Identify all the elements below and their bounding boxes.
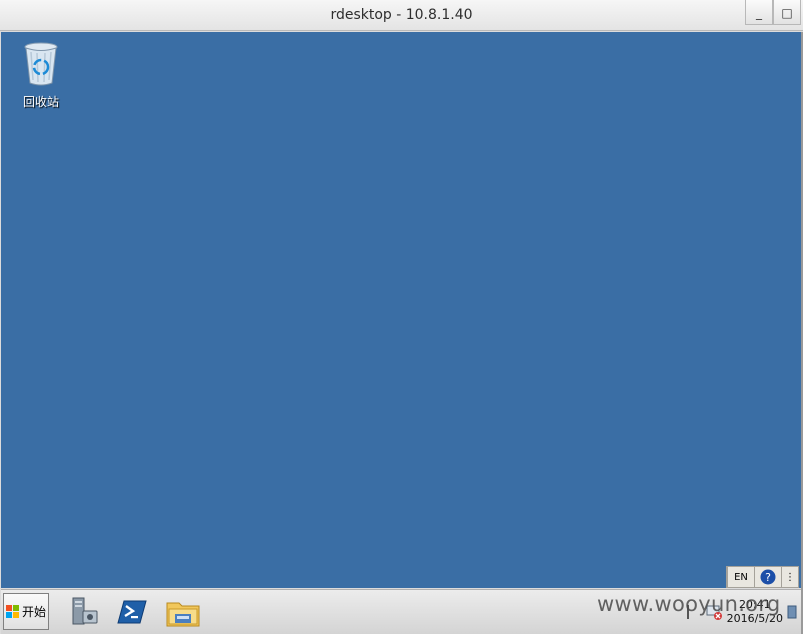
system-tray: 20:41 2016/5/20 — [686, 594, 797, 630]
flag-icon[interactable] — [686, 605, 701, 619]
start-button[interactable]: 开始 — [3, 593, 49, 630]
powershell-icon[interactable] — [116, 595, 150, 629]
window-controls: _ □ — [745, 0, 801, 26]
svg-text:?: ? — [765, 571, 771, 584]
recycle-bin-label: 回收站 — [22, 95, 59, 109]
clock[interactable]: 20:41 2016/5/20 — [727, 598, 783, 626]
taskbar: 开始 20:41 2016/5/20 — [1, 589, 801, 634]
help-icon[interactable]: ? — [754, 567, 781, 587]
server-manager-icon[interactable] — [67, 595, 101, 629]
recycle-bin-icon — [24, 42, 58, 86]
windows-logo-icon — [5, 604, 19, 618]
window-title: rdesktop - 10.8.1.40 — [330, 7, 473, 23]
clock-time: 20:41 — [738, 598, 771, 611]
language-bar-options[interactable]: ⋮ — [781, 567, 798, 587]
minimize-button[interactable]: _ — [745, 0, 773, 25]
clock-date: 2016/5/20 — [726, 612, 783, 625]
desktop-icon-recycle-bin[interactable]: 回收站 — [17, 40, 65, 110]
file-explorer-icon[interactable] — [165, 595, 200, 629]
maximize-button[interactable]: □ — [773, 0, 801, 25]
start-label: 开始 — [21, 605, 46, 619]
desktop[interactable]: 回收站 — [1, 32, 801, 588]
window-titlebar[interactable]: rdesktop - 10.8.1.40 _ □ — [0, 0, 803, 31]
language-indicator[interactable]: EN — [727, 567, 754, 587]
language-bar[interactable]: EN ? ⋮ — [726, 566, 799, 588]
show-desktop-icon[interactable] — [787, 604, 797, 620]
network-icon[interactable] — [705, 604, 723, 620]
